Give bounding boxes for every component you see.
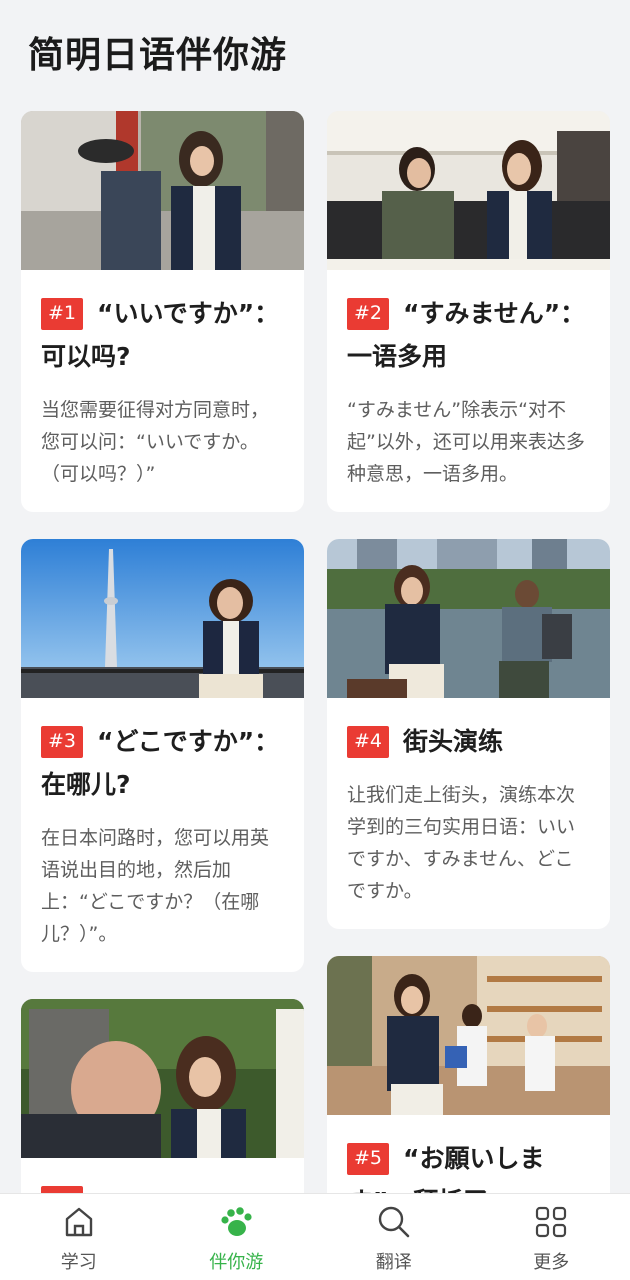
lesson-number-badge: #3: [41, 726, 84, 758]
lesson-card-2[interactable]: #2 “すみません”：一语多用 “すみません”除表示“对不起”以外，还可以用来表达…: [327, 111, 610, 512]
lesson-thumbnail: [327, 956, 610, 1115]
lesson-number-badge: #1: [41, 298, 84, 330]
lesson-thumbnail: [21, 539, 304, 698]
paw-icon: [221, 1207, 252, 1236]
card-column-left: #1 “いいですか”：可以吗? 当您需要征得对方同意时，您可以问：“いいですか。（…: [21, 111, 304, 1272]
lesson-thumbnail: [327, 111, 610, 270]
lesson-thumbnail: [327, 539, 610, 698]
bottom-navigation: 学习 伴你游 翻译 更多: [0, 1193, 630, 1280]
lesson-thumbnail: [21, 999, 304, 1158]
page-title: 简明日语伴你游: [28, 35, 288, 76]
home-icon: [65, 1207, 92, 1237]
lesson-title: #3 “どこですか”：在哪儿?: [41, 726, 280, 799]
nav-label: 更多: [533, 1252, 570, 1273]
grid-icon: [536, 1206, 567, 1238]
lesson-number-badge: #4: [347, 726, 390, 758]
lesson-description: “すみません”除表示“对不起”以外，还可以用来表达多种意思，一语多用。: [347, 399, 585, 485]
nav-label: 学习: [60, 1252, 97, 1273]
lesson-number-badge: #5: [347, 1143, 390, 1175]
lesson-title: #4 街头演练: [347, 720, 590, 763]
lesson-description: 当您需要征得对方同意时，您可以问：“いいですか。（可以吗？）”: [41, 399, 270, 485]
lesson-title: #2 “すみません”：一语多用: [347, 298, 586, 371]
lesson-card-1[interactable]: #1 “いいですか”：可以吗? 当您需要征得对方同意时，您可以问：“いいですか。（…: [21, 111, 304, 512]
nav-item-study[interactable]: 学习: [0, 1194, 158, 1280]
lesson-thumbnail: [21, 111, 304, 270]
lesson-title: #1 “いいですか”：可以吗?: [41, 298, 280, 371]
lesson-description: 让我们走上街头，演练本次学到的三句实用日语：いいですか、すみません、どこですか。: [347, 784, 576, 902]
nav-item-more[interactable]: 更多: [473, 1194, 630, 1280]
lesson-number-badge: #2: [347, 298, 390, 330]
lesson-card-3[interactable]: #3 “どこですか”：在哪儿? 在日本问路时，您可以用英语说出目的地，然后加上：“…: [21, 539, 304, 972]
nav-item-travel[interactable]: 伴你游: [158, 1194, 316, 1280]
nav-label: 翻译: [375, 1252, 412, 1273]
nav-item-translate[interactable]: 翻译: [315, 1194, 473, 1280]
nav-label: 伴你游: [209, 1252, 264, 1273]
lesson-description: 在日本问路时，您可以用英语说出目的地，然后加上：“どこですか？（在哪儿？）”。: [41, 827, 270, 945]
lesson-card-4[interactable]: #4 街头演练 让我们走上街头，演练本次学到的三句实用日语：いいですか、すみません…: [327, 539, 610, 929]
card-column-right: #2 “すみません”：一语多用 “すみません”除表示“对不起”以外，还可以用来表达…: [327, 111, 610, 1272]
search-icon: [378, 1206, 410, 1238]
